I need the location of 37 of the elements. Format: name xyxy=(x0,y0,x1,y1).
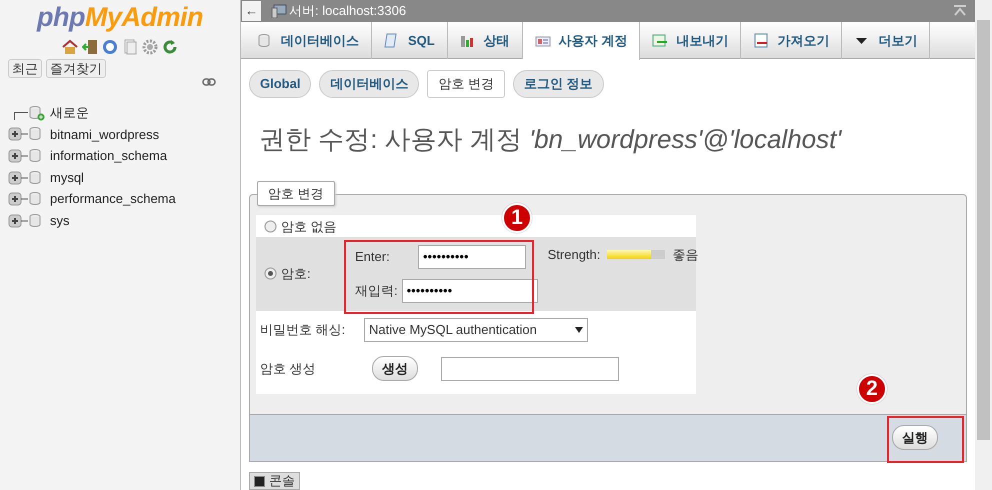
sub-tab[interactable]: Global xyxy=(249,70,312,98)
generate-button[interactable]: 생성 xyxy=(372,356,418,382)
page-heading: 권한 수정: 사용자 계정 'bn_wordpress'@'localhost' xyxy=(259,122,843,156)
radio-label[interactable]: 암호 없음 xyxy=(281,216,337,236)
database-link[interactable]: mysql xyxy=(50,168,84,188)
logo[interactable]: phpMyAdmin xyxy=(0,0,240,31)
new-database-link[interactable]: 새로운 xyxy=(50,103,89,123)
database-link[interactable]: sys xyxy=(50,211,70,231)
field-label: Enter: xyxy=(355,248,391,266)
submit-button[interactable]: 실행 xyxy=(892,424,938,450)
sidebar-button[interactable]: 즐겨찾기 xyxy=(46,59,106,78)
strength-reading: 좋음 xyxy=(672,246,698,264)
password-field[interactable]: •••••••••• xyxy=(402,278,538,302)
field-label: 암호 생성 xyxy=(260,360,317,378)
strength-label: Strength: xyxy=(548,246,600,264)
password-field[interactable]: •••••••••• xyxy=(418,244,526,268)
fieldset-legend: 암호 변경 xyxy=(257,180,335,206)
field-label: 비밀번호 해싱: xyxy=(260,320,346,339)
radio-label[interactable]: 암호: xyxy=(281,264,311,284)
breadcrumb-link[interactable]: 서버: localhost:3306 xyxy=(289,1,406,21)
tab[interactable]: 사용자 계정 xyxy=(522,22,640,60)
sub-tab[interactable]: 데이터베이스 xyxy=(319,70,420,98)
database-link[interactable]: information_schema xyxy=(50,146,168,166)
tab[interactable]: 더보기 xyxy=(842,22,930,59)
console-tab[interactable]: 콘솔 xyxy=(249,472,300,490)
back-button[interactable]: ← xyxy=(242,1,261,21)
database-link[interactable]: performance_schema xyxy=(50,189,176,209)
hashing-select[interactable]: Native MySQL authentication xyxy=(364,318,588,342)
sub-tab[interactable]: 암호 변경 xyxy=(427,70,506,98)
tab[interactable]: 내보내기 xyxy=(640,22,742,59)
tab[interactable]: SQL xyxy=(372,22,448,59)
database-link[interactable]: bitnami_wordpress xyxy=(50,124,160,144)
tab[interactable]: 가져오기 xyxy=(741,22,842,59)
sidebar-button[interactable]: 최근 xyxy=(8,59,42,78)
field-label: 재입력: xyxy=(355,282,398,300)
sub-tab[interactable]: 로그인 정보 xyxy=(513,70,604,98)
tab[interactable]: 데이터베이스 xyxy=(245,22,372,59)
